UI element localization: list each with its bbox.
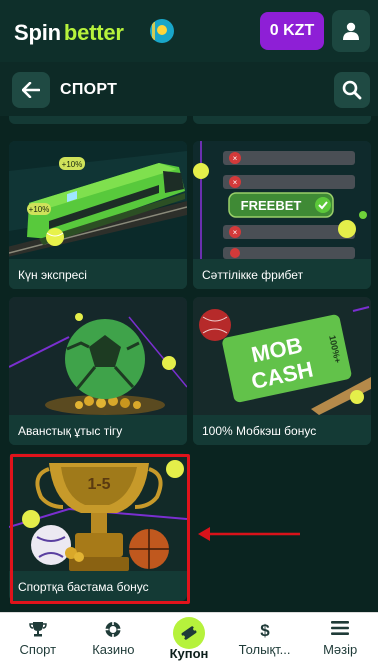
card-peek-left <box>9 116 187 124</box>
logo-text-better: better <box>63 20 124 45</box>
nav-sport-label: Спорт <box>19 642 57 657</box>
card-label: Сәттілікке фрибет <box>193 259 371 289</box>
logo-text-spin: Spin <box>14 20 61 45</box>
balance-button[interactable]: 0 KZT <box>260 12 324 50</box>
promo-card-mobcash[interactable]: MOB CASH 100%+ 100% Мобкэш бонус <box>193 297 371 445</box>
football-image <box>9 297 187 415</box>
spinbetter-logo[interactable]: Spin better <box>14 20 124 46</box>
card-label: 100% Мобкэш бонус <box>193 415 371 445</box>
chip-icon <box>105 622 121 637</box>
svg-text:+10%: +10% <box>62 160 83 169</box>
nav-deposit-label: Толықт... <box>238 642 291 657</box>
card-peek-right <box>193 116 371 124</box>
back-button[interactable] <box>12 72 50 108</box>
page-title: СПОРТ <box>60 81 118 98</box>
svg-text:+10%: +10% <box>29 205 50 214</box>
search-icon <box>342 80 362 100</box>
trophy-image: 1-5 <box>9 453 187 571</box>
trophy-art-text: 1-5 <box>87 476 110 493</box>
mobcash-image: MOB CASH 100%+ <box>193 297 371 415</box>
nav-coupon[interactable]: Купон <box>151 613 227 668</box>
train-image: +10% +10% <box>9 141 187 259</box>
red-arrow-icon <box>198 527 300 541</box>
menu-icon <box>331 621 350 635</box>
trophy-icon <box>29 622 47 637</box>
nav-menu[interactable]: Мәзір <box>302 613 378 668</box>
promo-grid: +10% +10% Күн экспресі × × × FREEBET Сәт… <box>0 116 378 612</box>
svg-text:×: × <box>233 178 238 187</box>
coupon-badge <box>172 617 205 649</box>
user-icon <box>343 22 359 40</box>
svg-text:$: $ <box>260 621 270 639</box>
card-label: Спортқа бастама бонус <box>9 571 187 601</box>
nav-sport[interactable]: Спорт <box>0 613 76 668</box>
tennis-ball-icon <box>46 228 64 246</box>
section-bar: СПОРТ <box>0 62 378 116</box>
profile-button[interactable] <box>332 10 370 52</box>
svg-text:×: × <box>233 228 238 237</box>
top-bar: Spin better 0 KZT <box>0 0 378 62</box>
promo-card-advance-bet[interactable]: Аванстық ұтыс тігу <box>9 297 187 445</box>
nav-casino-label: Казино <box>92 642 135 657</box>
arrow-left-icon <box>22 82 40 98</box>
nav-deposit[interactable]: $ Толықт... <box>227 613 303 668</box>
card-label: Аванстық ұтыс тігу <box>9 415 187 445</box>
bottom-navigation: Спорт Казино Купон $ Толықт... Мәзір <box>0 612 378 668</box>
card-label: Күн экспресі <box>9 259 187 289</box>
freebet-image: × × × FREEBET <box>193 141 371 259</box>
ticket-icon <box>181 626 197 640</box>
search-button[interactable] <box>334 72 370 108</box>
promo-card-freebet[interactable]: × × × FREEBET Сәттілікке фрибет <box>193 141 371 289</box>
nav-menu-label: Мәзір <box>323 642 358 657</box>
kazakhstan-flag-icon[interactable] <box>150 19 174 43</box>
promo-card-sport-welcome-bonus[interactable]: 1-5 Спортқа бастама бонус <box>9 453 187 601</box>
svg-text:×: × <box>233 154 238 163</box>
nav-casino[interactable]: Казино <box>76 613 152 668</box>
promo-card-express[interactable]: +10% +10% Күн экспресі <box>9 141 187 289</box>
freebet-art-text: FREEBET <box>241 198 302 213</box>
dollar-icon: $ <box>260 621 270 639</box>
